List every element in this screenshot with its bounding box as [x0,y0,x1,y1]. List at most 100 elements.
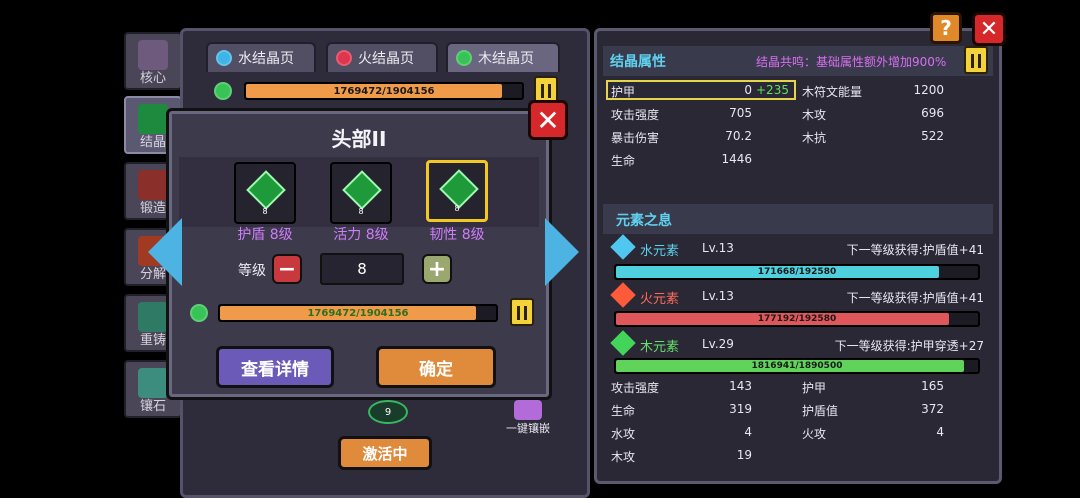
stat-value: 143 [729,379,752,393]
slot-level: 8 [358,207,364,216]
water-gem-icon [216,50,232,66]
shield-rune-icon [246,170,286,210]
slot-label-vitality: 活力 8级 [333,227,389,243]
stat-value: 705 [729,106,752,120]
side-tab-label: 核心 [139,71,166,86]
close-icon: ✕ [536,103,560,137]
next-arrow-icon[interactable] [545,218,579,286]
stat-name: 攻击强度 [611,381,660,395]
stat-bonus: +235 [756,83,789,97]
slot-label-toughness: 韧性 8级 [429,227,485,243]
level-decrease-button[interactable]: − [272,254,302,284]
confirm-button[interactable]: 确定 [376,346,496,388]
vitality-rune-icon [342,170,382,210]
slot-level: 8 [262,207,268,216]
view-details-button[interactable]: 查看详情 [216,346,334,388]
stat-name: 木抗 [802,131,827,145]
stat-value: 19 [736,448,752,462]
water-element-bar: 171668/192580 [614,264,980,280]
stat-name: 护甲 [611,85,636,99]
element-title: 元素之息 [616,213,672,229]
confirm-label: 确定 [419,359,453,380]
clipboard-icon[interactable] [964,46,988,74]
stat-value: 1200 [913,83,944,97]
stat-name: 木攻 [611,450,636,464]
crystal-attr-title: 结晶属性 [610,54,666,70]
stat-value: 696 [921,106,944,120]
rune-slot-toughness[interactable]: 8 [426,160,488,222]
stat-value: 4 [936,425,944,439]
element-next-reward: 下一等级获得:护盾值+41 [846,291,984,305]
close-icon: ✕ [979,16,999,42]
help-button[interactable]: ? [930,12,962,44]
slot-level: 8 [454,204,460,213]
wood-gem-icon [190,304,208,322]
rune-slot-shield[interactable]: 8 [234,162,296,224]
fire-element-bar: 177192/192580 [614,311,980,327]
forge-icon [138,170,168,200]
activating-label: 激活中 [362,444,408,463]
wood-element-bar: 1816941/1890500 [614,358,980,374]
recast-icon [138,302,168,332]
one-click-inlay-label[interactable]: 一键镶嵌 [506,420,550,436]
crystal-icon [138,104,168,134]
popup-close-button[interactable]: ✕ [528,100,568,140]
side-tab-core[interactable]: 核心 [124,32,182,90]
popup-title: 头部II [331,127,387,151]
stat-value: 70.2 [725,129,752,143]
stat-name: 护甲 [802,381,827,395]
level-increase-button[interactable]: + [422,254,452,284]
crystal-progress-text: 1769472/1904156 [333,85,435,97]
water-element-text: 171668/192580 [757,267,837,277]
toughness-rune-icon [439,169,479,209]
wood-gem-icon [214,82,232,100]
element-next-reward: 下一等级获得:护盾值+41 [846,243,984,257]
element-level: Lv.29 [702,337,734,351]
tab-water-crystal[interactable]: 水结晶页 [206,42,316,72]
element-name: 火元素 [640,292,680,307]
view-details-label: 查看详情 [241,359,309,380]
stat-value: 522 [921,129,944,143]
stat-name: 生命 [611,154,636,168]
help-icon: ? [940,16,952,40]
stat-name: 木符文能量 [802,85,863,99]
element-name: 木元素 [640,340,680,355]
wood-gem-icon [456,50,472,66]
tab-label: 木结晶页 [478,51,534,67]
stat-name: 木攻 [802,108,827,122]
crystal-progress-bar: 1769472/1904156 [244,82,524,100]
stat-name: 水攻 [611,427,636,441]
slot-label-shield: 护盾 8级 [237,227,293,243]
stat-value: 1446 [721,152,752,166]
tab-wood-crystal[interactable]: 木结晶页 [446,42,560,72]
element-next-reward: 下一等级获得:护甲穿透+27 [834,339,984,353]
popup-progress-text: 1769472/1904156 [307,307,409,319]
level-value: 8 [357,260,367,278]
activating-button[interactable]: 激活中 [338,436,432,470]
panel-close-button[interactable]: ✕ [972,12,1006,46]
element-level: Lv.13 [702,241,734,255]
tab-label: 水结晶页 [238,51,294,67]
fire-gem-icon [336,50,352,66]
stat-value: 0 [744,83,752,97]
previous-arrow-icon[interactable] [148,218,182,286]
level-value-field[interactable]: 8 [320,253,404,285]
tab-label: 火结晶页 [358,51,414,67]
stat-name: 护盾值 [802,404,839,418]
stat-value: 372 [921,402,944,416]
wood-element-text: 1816941/1890500 [751,361,843,371]
one-click-inlay-icon[interactable] [514,400,542,420]
plus-icon: + [427,256,447,282]
stat-value: 4 [744,425,752,439]
element-name: 水元素 [640,244,680,259]
minus-icon: − [277,256,297,282]
rune-slot-vitality[interactable]: 8 [330,162,392,224]
clipboard-icon[interactable] [510,298,534,326]
stat-name: 火攻 [802,427,827,441]
tab-fire-crystal[interactable]: 火结晶页 [326,42,438,72]
resonance-text: 结晶共鸣：基础属性额外增加900% [756,55,947,69]
inlay-icon [138,368,168,398]
stat-name: 暴击伤害 [611,131,660,145]
core-icon [138,40,168,70]
stat-name: 生命 [611,404,636,418]
